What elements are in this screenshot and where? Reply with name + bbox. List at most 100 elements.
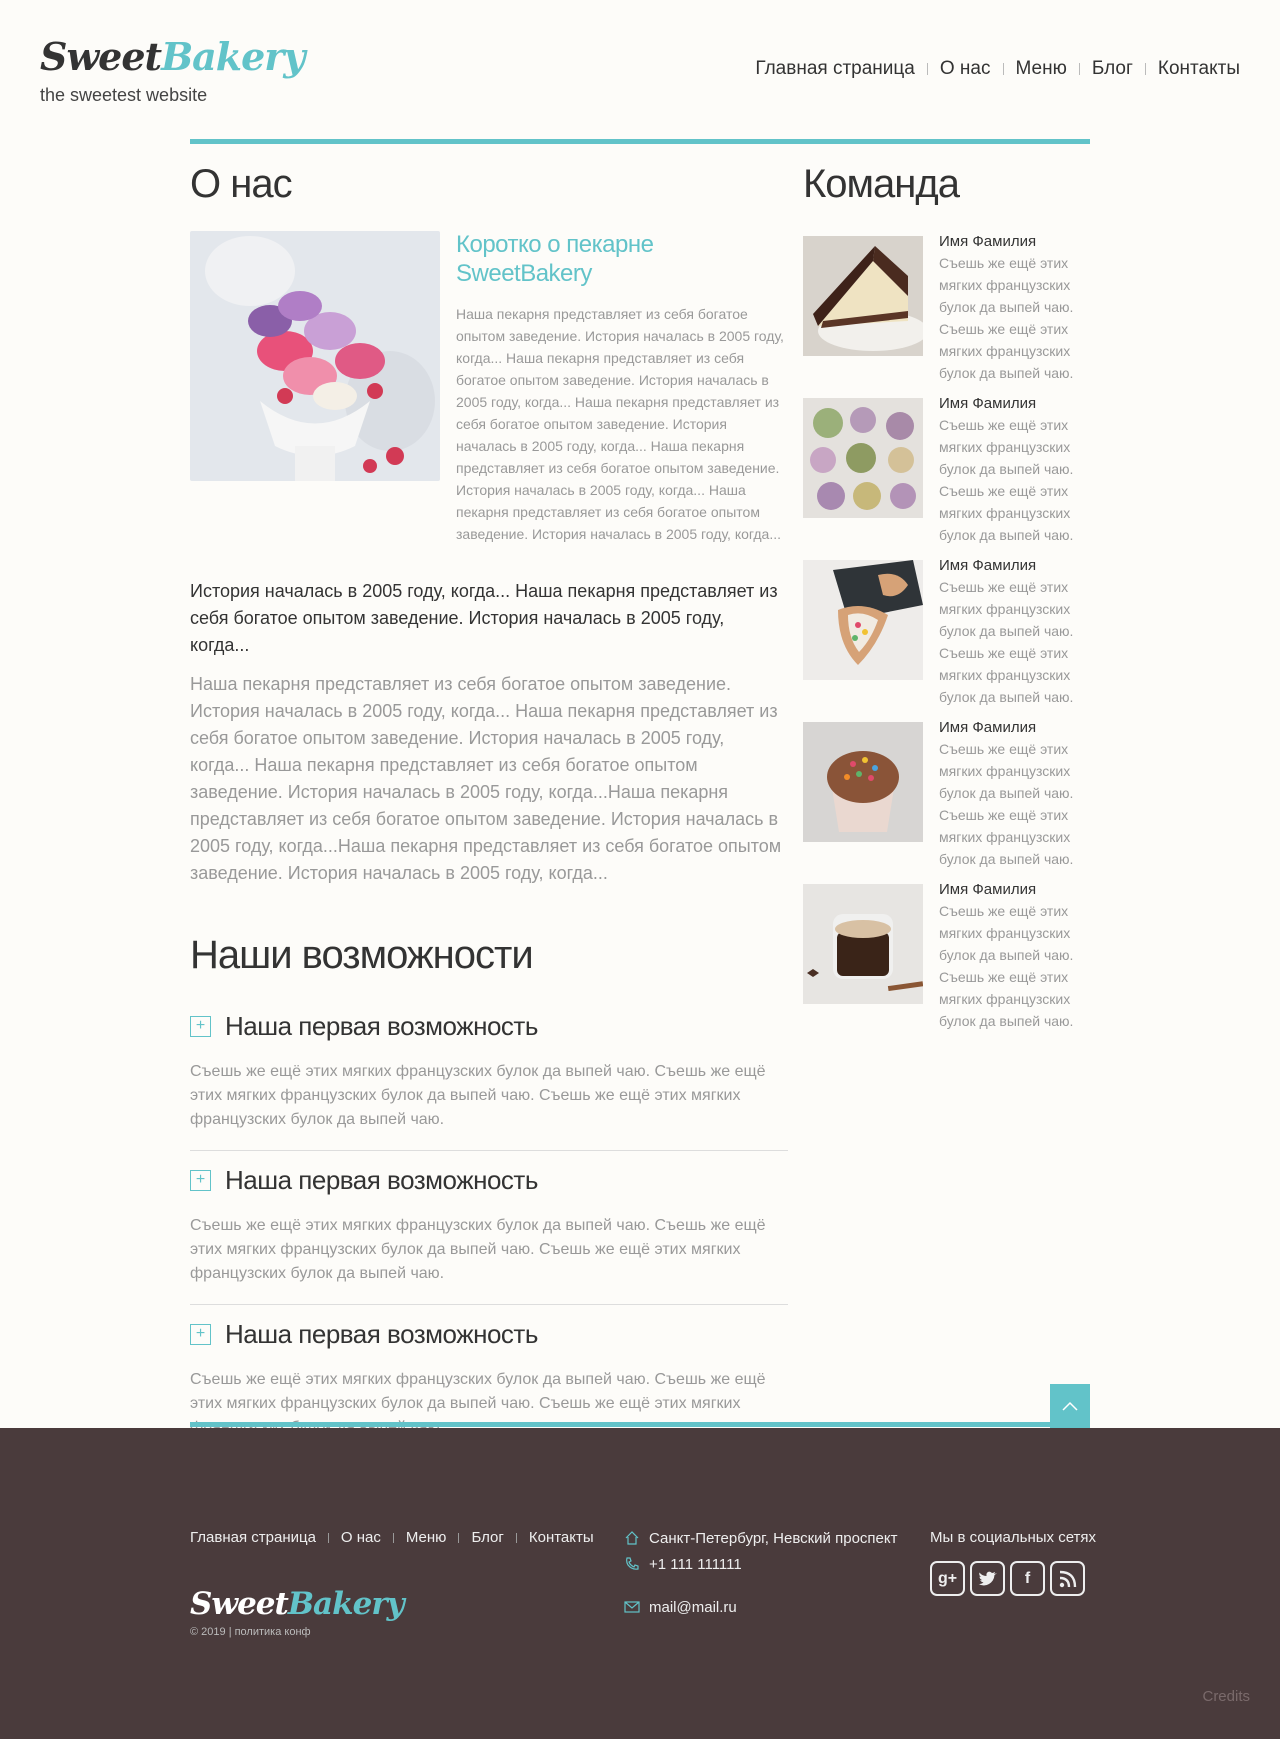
home-icon	[623, 1529, 641, 1547]
footer-divider	[190, 1422, 1050, 1427]
team-member: Имя Фамилия Съешь же ещё этих мягких фра…	[803, 233, 1093, 398]
about-body: Наша пекарня представляет из себя богато…	[190, 673, 782, 883]
site-footer: Главная страница О нас Меню Блог Контакт…	[0, 1428, 1280, 1739]
member-text: Съешь же ещё этих мягких французских бул…	[939, 741, 1074, 867]
nav-separator	[327, 1532, 329, 1543]
feature-text: Съешь же ещё этих мягких французских бул…	[190, 1062, 766, 1128]
member-info: Имя Фамилия Съешь же ещё этих мягких фра…	[939, 881, 1093, 1046]
team-title: Команда	[803, 162, 960, 206]
logo-sweet: Sweet	[190, 1586, 289, 1622]
main-nav: Главная страница О нас Меню Блог Контакт…	[755, 58, 1240, 80]
about-lead: История началась в 2005 году, когда... Н…	[190, 580, 778, 655]
google-plus-icon[interactable]: g+	[930, 1561, 965, 1596]
email-text[interactable]: mail@mail.ru	[649, 1599, 737, 1616]
footer-link-about[interactable]: О нас	[341, 1529, 381, 1546]
member-name: Имя Фамилия	[939, 395, 1037, 412]
about-text-block: Коротко о пекарне SweetBakery Наша пекар…	[456, 231, 788, 545]
member-info: Имя Фамилия Съешь же ещё этих мягких фра…	[939, 719, 1093, 884]
macarons-image	[190, 231, 440, 481]
footer-link-contacts[interactable]: Контакты	[529, 1529, 594, 1546]
team-member: Имя Фамилия Съешь же ещё этих мягких фра…	[803, 557, 1093, 722]
phone-icon	[623, 1555, 641, 1573]
footer-logo[interactable]: SweetBakery	[190, 1586, 405, 1622]
footer-link-menu[interactable]: Меню	[406, 1529, 447, 1546]
member-name: Имя Фамилия	[939, 881, 1037, 898]
feature-header[interactable]: + Наша первая возможность	[190, 1319, 788, 1350]
social-block: Мы в социальных сетях g+ f	[930, 1529, 1096, 1596]
about-subtitle: Коротко о пекарне SweetBakery	[456, 231, 654, 287]
nav-link-home[interactable]: Главная страница	[755, 58, 915, 80]
nav-link-contacts[interactable]: Контакты	[1158, 58, 1240, 80]
facebook-icon[interactable]: f	[1010, 1561, 1045, 1596]
footer-link-blog[interactable]: Блог	[471, 1529, 503, 1546]
logo-bakery: Bakery	[287, 1586, 405, 1622]
phone-text[interactable]: +1 111 111111	[649, 1556, 742, 1573]
logo-bakery: Bakery	[161, 34, 305, 79]
nav-separator	[1002, 63, 1004, 75]
member-text: Съешь же ещё этих мягких французских бул…	[939, 579, 1074, 705]
member-info: Имя Фамилия Съешь же ещё этих мягких фра…	[939, 395, 1093, 560]
nav-link-blog[interactable]: Блог	[1092, 58, 1133, 80]
muffin-image	[803, 722, 923, 842]
feature-title: Наша первая возможность	[225, 1318, 538, 1349]
site-logo[interactable]: SweetBakery	[40, 38, 305, 76]
mail-icon	[623, 1598, 641, 1616]
plus-icon[interactable]: +	[190, 1169, 211, 1191]
header-divider	[190, 139, 1090, 144]
feature-text: Съешь же ещё этих мягких французских бул…	[190, 1216, 766, 1282]
address-row: Санкт-Петербург, Невский проспект	[623, 1528, 897, 1548]
feature-header[interactable]: + Наша первая возможность	[190, 1011, 788, 1042]
features-accordion: + Наша первая возможность Съешь же ещё э…	[190, 997, 788, 1458]
nav-separator	[458, 1532, 460, 1543]
footer-nav: Главная страница О нас Меню Блог Контакт…	[190, 1529, 594, 1546]
team-sidebar: Команда Имя Фамилия Съешь же ещё этих мя…	[803, 160, 1093, 1046]
plus-icon[interactable]: +	[190, 1323, 211, 1345]
feature-header[interactable]: + Наша первая возможность	[190, 1165, 788, 1196]
member-name: Имя Фамилия	[939, 557, 1037, 574]
member-name: Имя Фамилия	[939, 719, 1037, 736]
footer-contacts: Санкт-Петербург, Невский проспект +1 111…	[623, 1528, 897, 1617]
site-header: SweetBakery the sweetest website Главная…	[0, 0, 1280, 140]
phone-row: +1 111 111111	[623, 1554, 897, 1574]
nav-separator	[515, 1532, 517, 1543]
email-row: mail@mail.ru	[623, 1597, 897, 1617]
logo-sweet: Sweet	[40, 34, 162, 79]
feature-title: Наша первая возможность	[225, 1164, 538, 1195]
about-title: О нас	[190, 162, 293, 206]
chevron-up-icon	[1062, 1401, 1078, 1411]
member-info: Имя Фамилия Съешь же ещё этих мягких фра…	[939, 557, 1093, 722]
member-info: Имя Фамилия Съешь же ещё этих мягких фра…	[939, 233, 1093, 398]
features-title: Наши возможности	[190, 932, 534, 977]
twitter-icon[interactable]	[970, 1561, 1005, 1596]
social-title: Мы в социальных сетях	[930, 1529, 1097, 1546]
coffee-image	[803, 884, 923, 1004]
team-member: Имя Фамилия Съешь же ещё этих мягких фра…	[803, 881, 1093, 1046]
feature-item: + Наша первая возможность Съешь же ещё э…	[190, 997, 788, 1151]
plus-icon[interactable]: +	[190, 1015, 211, 1037]
scroll-to-top-button[interactable]	[1050, 1384, 1090, 1428]
site-tagline: the sweetest website	[40, 85, 208, 105]
rss-icon[interactable]	[1050, 1561, 1085, 1596]
member-text: Съешь же ещё этих мягких французских бул…	[939, 417, 1074, 543]
copyright: © 2019 | политика конф	[190, 1626, 311, 1638]
about-short-text: Наша пекарня представляет из себя богато…	[456, 305, 784, 542]
cake-slice-image	[803, 236, 923, 356]
nav-separator	[392, 1532, 394, 1543]
feature-title: Наша первая возможность	[225, 1010, 538, 1041]
feature-item: + Наша первая возможность Съешь же ещё э…	[190, 1151, 788, 1305]
about-block: Коротко о пекарне SweetBakery Наша пекар…	[190, 231, 788, 545]
nav-link-menu[interactable]: Меню	[1016, 58, 1067, 80]
nav-separator	[926, 63, 928, 75]
social-icons: g+ f	[930, 1561, 1096, 1596]
main-content: О нас Коротко о пекарне SweetBakery Наша…	[190, 160, 788, 1458]
footer-link-home[interactable]: Главная страница	[190, 1529, 316, 1546]
credits-link[interactable]: Credits	[1202, 1688, 1250, 1705]
nav-link-about[interactable]: О нас	[940, 58, 991, 80]
team-member: Имя Фамилия Съешь же ещё этих мягких фра…	[803, 395, 1093, 560]
cookies-image	[803, 560, 923, 680]
team-list: Имя Фамилия Съешь же ещё этих мягких фра…	[803, 233, 1093, 1046]
member-text: Съешь же ещё этих мягких французских бул…	[939, 255, 1074, 381]
nav-separator	[1078, 63, 1080, 75]
member-text: Съешь же ещё этих мягких французских бул…	[939, 903, 1074, 1029]
nav-separator	[1144, 63, 1146, 75]
